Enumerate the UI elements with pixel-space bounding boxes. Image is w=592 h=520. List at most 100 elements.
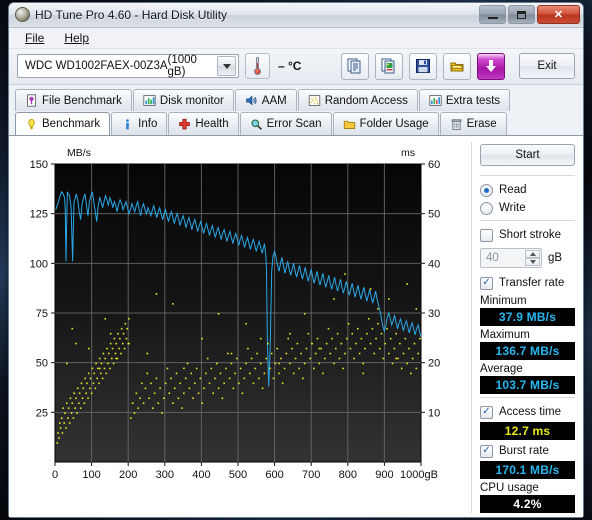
transfer-rate-checkbox: ✓: [480, 276, 493, 290]
benchmark-chart: MB/s ms2550751001251501020304050600 100 200…: [30, 147, 441, 481]
tab-error-scan-label: Error Scan: [266, 118, 322, 130]
svg-text:50: 50: [428, 209, 440, 221]
copy-image-button[interactable]: [375, 52, 403, 80]
copy-text-button[interactable]: [341, 52, 369, 80]
average-value: 103.7 MB/s: [480, 376, 575, 394]
tab-error-scan[interactable]: Error Scan: [239, 112, 332, 135]
maximize-button[interactable]: [508, 5, 535, 24]
svg-text:10: 10: [428, 407, 440, 419]
radio-write-indicator: [480, 201, 493, 215]
save-button[interactable]: [409, 52, 437, 80]
tab-aam[interactable]: AAM: [234, 89, 297, 111]
svg-text:30: 30: [428, 308, 440, 320]
minimum-label: Minimum: [480, 295, 527, 307]
results-panel: Start Read Write Short stroke 40 gB ✓ Tr…: [471, 142, 579, 513]
short-stroke-stepper[interactable]: [525, 250, 540, 266]
tab-erase[interactable]: Erase: [439, 112, 507, 135]
close-icon: ✕: [553, 9, 564, 21]
tab-folder-usage[interactable]: Folder Usage: [332, 112, 439, 135]
transfer-rate-label: Transfer rate: [499, 277, 565, 289]
checkbox-short-stroke[interactable]: Short stroke: [480, 226, 575, 244]
radio-read[interactable]: Read: [480, 181, 575, 199]
menu-bar: File Help: [9, 27, 583, 49]
tab-health[interactable]: Health: [168, 112, 239, 135]
svg-text:1000gB: 1000gB: [400, 469, 438, 481]
short-stroke-value: 40: [486, 252, 499, 264]
stepper-down[interactable]: [525, 258, 540, 266]
start-button[interactable]: Start: [480, 144, 575, 166]
thermometer-icon: [254, 57, 261, 76]
tab-random-access-label: Random Access: [324, 94, 408, 107]
short-stroke-unit: gB: [548, 252, 563, 264]
svg-text:60: 60: [428, 159, 440, 171]
checkbox-burst-rate[interactable]: ✓ Burst rate: [480, 442, 575, 460]
benchmark-icon: [28, 118, 35, 129]
tab-row-top: File Benchmark Disk monitor AAM Random A…: [15, 89, 577, 111]
tab-info[interactable]: Info: [111, 112, 168, 135]
svg-text:40: 40: [428, 258, 440, 270]
tab-info-label: Info: [138, 118, 158, 130]
maximum-value: 136.7 MB/s: [480, 342, 575, 360]
burst-rate-checkbox: ✓: [480, 444, 493, 458]
radio-read-indicator: [480, 183, 493, 197]
svg-text:150: 150: [30, 159, 48, 171]
download-button[interactable]: [477, 52, 505, 80]
short-stroke-input[interactable]: 40: [480, 248, 542, 268]
tab-file-benchmark[interactable]: File Benchmark: [15, 89, 132, 111]
tab-extra-tests-label: Extra tests: [445, 94, 501, 107]
close-button[interactable]: ✕: [537, 5, 580, 24]
random-access-icon: [308, 95, 320, 106]
svg-text:200: 200: [119, 469, 137, 481]
folder-gold-button[interactable]: [443, 52, 471, 80]
tab-file-benchmark-label: File Benchmark: [42, 94, 122, 107]
drive-name: WDC WD1002FAEX-00Z3A: [25, 60, 168, 73]
cpu-usage-value: 4.2%: [480, 495, 575, 513]
desktop-background: HD Tune Pro 4.60 - Hard Disk Utility ✕ F…: [0, 0, 592, 520]
copy-text-icon: [347, 58, 361, 74]
tab-erase-label: Erase: [466, 118, 497, 130]
drive-capacity: (1000 gB): [167, 54, 197, 79]
radio-write[interactable]: Write: [480, 199, 575, 217]
tab-folder-usage-label: Folder Usage: [359, 118, 429, 130]
exit-label: Exit: [537, 60, 557, 73]
tab-random-access[interactable]: Random Access: [297, 89, 418, 111]
menu-item-help[interactable]: Help: [56, 29, 97, 47]
tab-row-bottom: Benchmark Info Health Error Scan Folder …: [15, 112, 577, 135]
stepper-up[interactable]: [525, 250, 540, 258]
speaker-icon: [246, 95, 257, 106]
graph-panel: MB/s ms 25 50 75 100 125 150 10 20 30 40 50 60 0 100 200…: [13, 142, 469, 513]
exit-button[interactable]: Exit: [519, 53, 575, 80]
tab-disk-monitor[interactable]: Disk monitor: [132, 89, 234, 111]
folder-icon: [343, 120, 355, 129]
menu-help-label: Help: [64, 30, 90, 45]
access-time-label: Access time: [499, 406, 561, 418]
drive-select[interactable]: WDC WD1002FAEX-00Z3A (1000 gB): [17, 54, 239, 79]
divider-2: [480, 220, 575, 221]
file-benchmark-icon: [27, 94, 36, 107]
tab-extra-tests[interactable]: Extra tests: [418, 89, 511, 111]
checkbox-access-time[interactable]: ✓ Access time: [480, 403, 575, 421]
svg-text:0: 0: [52, 469, 58, 481]
checkbox-transfer-rate[interactable]: ✓ Transfer rate: [480, 274, 575, 292]
tab-disk-monitor-label: Disk monitor: [159, 94, 224, 107]
maximize-icon: [517, 10, 526, 19]
radio-write-label: Write: [499, 202, 526, 214]
menu-item-file[interactable]: File: [17, 29, 52, 47]
chevron-down-icon[interactable]: [217, 56, 236, 77]
toolbar: WDC WD1002FAEX-00Z3A (1000 gB) – °C Exit: [9, 48, 583, 85]
svg-text:100: 100: [30, 258, 48, 270]
svg-text:50: 50: [36, 358, 48, 370]
svg-text:100: 100: [82, 469, 100, 481]
start-label: Start: [515, 149, 540, 161]
window-title: HD Tune Pro 4.60 - Hard Disk Utility: [35, 7, 228, 22]
tab-benchmark[interactable]: Benchmark: [15, 112, 111, 135]
svg-text:75: 75: [36, 308, 48, 320]
minimum-value: 37.9 MB/s: [480, 308, 575, 326]
temperature-value: – °C: [278, 59, 302, 74]
minimize-button[interactable]: [479, 5, 506, 24]
temperature-button[interactable]: [245, 53, 270, 80]
trash-icon: [451, 118, 461, 130]
svg-text:300: 300: [156, 469, 174, 481]
folder-gold-icon: [450, 62, 464, 72]
svg-text:125: 125: [30, 209, 48, 221]
